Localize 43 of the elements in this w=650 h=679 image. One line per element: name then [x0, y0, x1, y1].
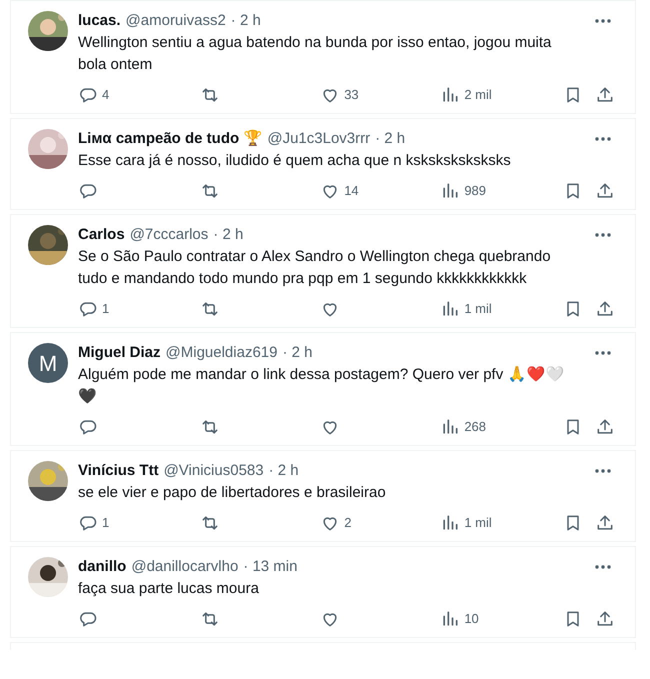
post-time[interactable]: · 2 h [230, 10, 261, 32]
user-handle[interactable]: @Ju1c3Lov3rrr [267, 128, 370, 150]
reply-count: 4 [102, 86, 110, 104]
reply-card[interactable]: Lімα campeão de tudo 🏆 @Ju1c3Lov3rrr · 2 h Esse cara já é nosso, iludido é quem acha que n ksksksksksksks 14 989 [10, 118, 636, 210]
reply-card[interactable]: M Miguel Diaz @Migueldiaz619 · 2 h Alguém pode me mandar o link dessa postagem? Quero ver pfv 🙏❤🤍🖤 268 [10, 332, 636, 446]
reply-count: 1 [102, 300, 110, 318]
user-handle[interactable]: @Vinicius0583 [164, 460, 264, 482]
reply-count: 1 [102, 514, 110, 532]
reply-text: Esse cara já é nosso, iludido é quem acha que n ksksksksksksks [78, 151, 512, 171]
reply-text: Se o São Paulo contratar o Alex Sandro o Wellington chega quebrando tudo e mandando todo mundo pra pqp em 1 segundo kkkkkkkkkkkk [78, 247, 552, 289]
user-name[interactable]: Vinícius Ttt [78, 460, 159, 482]
user-name[interactable]: Miguel Diaz [78, 342, 161, 364]
like-count: 14 [344, 182, 359, 200]
reply-card[interactable]: Carlos @7cccarlos · 2 h Se o São Paulo contratar o Alex Sandro o Wellington chega quebrando tudo e mandando todo mundo pra pqp em 1 segundo kkkkkkkkkkkk 1 1 mil [10, 214, 636, 328]
reply-text: faça sua parte lucas moura [78, 579, 260, 599]
user-name[interactable]: lucas. [78, 10, 121, 32]
post-time[interactable]: · 2 h [213, 224, 244, 246]
avatar[interactable]: M [28, 343, 68, 383]
post-time[interactable]: · 13 min [243, 556, 298, 578]
reply-card[interactable]: Vinícius Ttt @Vinicius0583 · 2 h se ele vier e papo de libertadores e brasileirao 1 2 1 mil [10, 450, 636, 542]
post-time[interactable]: · 2 h [375, 128, 406, 150]
like-count: 33 [344, 86, 359, 104]
views-count: 1 mil [464, 300, 492, 318]
views-count: 268 [464, 418, 486, 436]
user-handle[interactable]: @danillocarvlho [131, 556, 238, 578]
user-handle[interactable]: @7cccarlos [130, 224, 208, 246]
views-count: 2 mil [464, 86, 492, 104]
like-count: 2 [344, 514, 352, 532]
user-name[interactable]: danillo [78, 556, 126, 578]
reply-card[interactable]: lucas. @amoruivass2 · 2 h Wellington sentiu a agua batendo na bunda por isso entao, jogou muita bola ontem 4 33 2 mil [10, 0, 636, 114]
views-count: 10 [464, 610, 479, 628]
user-name[interactable]: Lімα campeão de tudo 🏆 [78, 128, 262, 150]
views-count: 989 [464, 182, 486, 200]
user-name[interactable]: Carlos [78, 224, 125, 246]
user-handle[interactable]: @amoruivass2 [126, 10, 226, 32]
views-count: 1 mil [464, 514, 492, 532]
reply-text: Wellington sentiu a agua batendo na bunda por isso entao, jogou muita bola ontem [78, 33, 552, 75]
post-time[interactable]: · 2 h [282, 342, 312, 364]
reply-text: se ele vier e papo de libertadores e brasileirao [78, 483, 387, 503]
user-handle[interactable]: @Migueldiaz619 [166, 342, 278, 364]
reply-card[interactable]: danillo @danillocarvlho · 13 min faça sua parte lucas moura 10 [10, 546, 636, 638]
post-time[interactable]: · 2 h [268, 460, 299, 482]
reply-text: Alguém pode me mandar o link dessa postagem? Quero ver pfv 🙏❤🤍🖤 [78, 365, 566, 407]
